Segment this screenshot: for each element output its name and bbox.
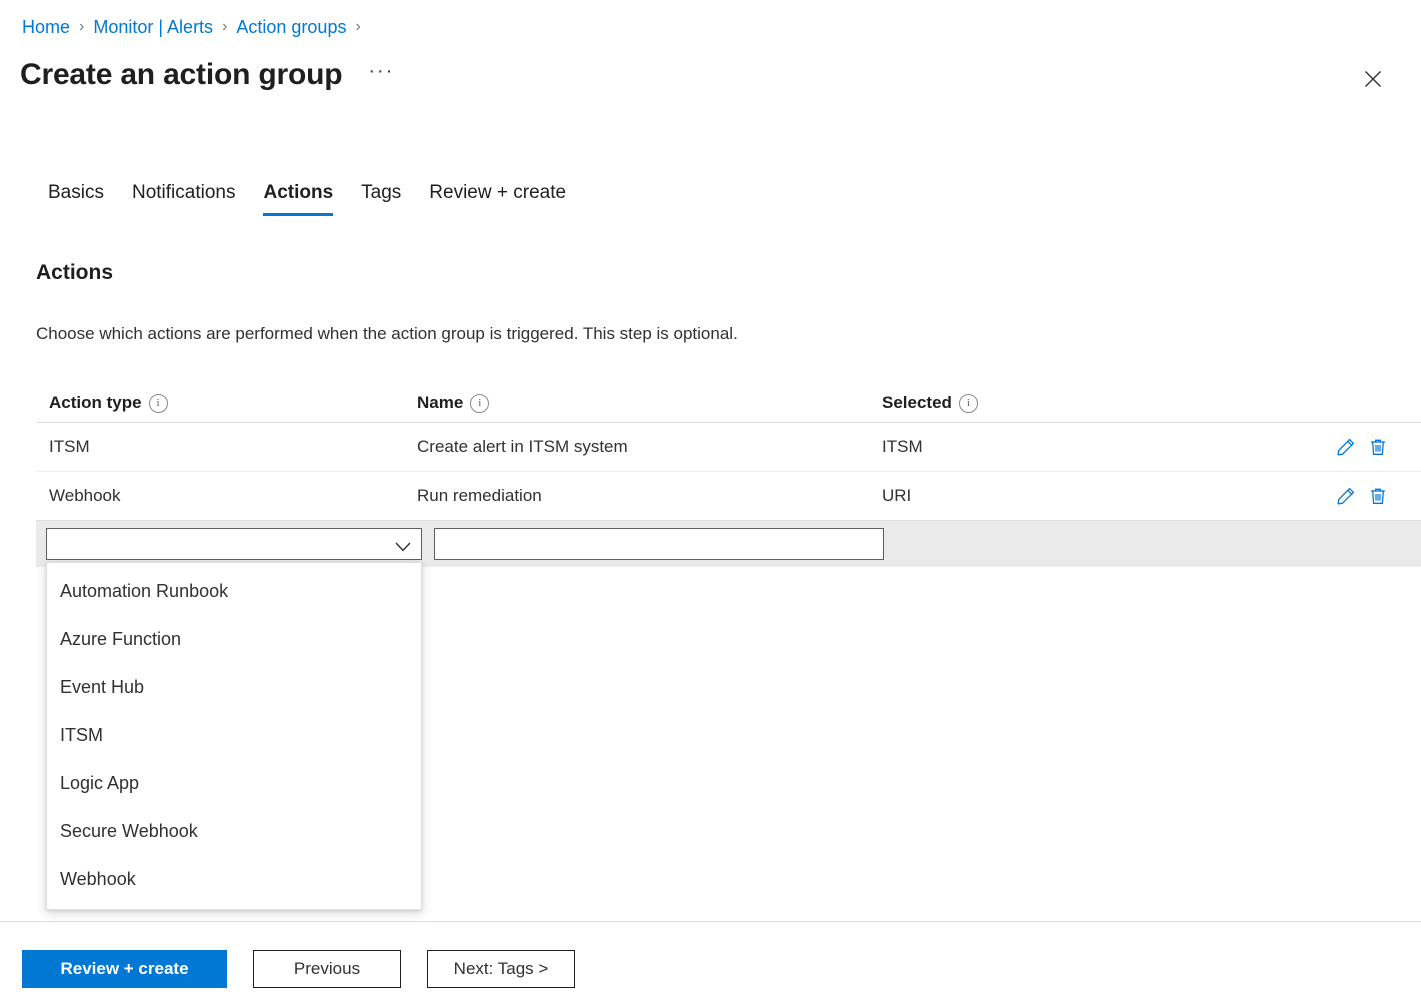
- next-tags-button[interactable]: Next: Tags >: [427, 950, 575, 988]
- dropdown-option-webhook[interactable]: Webhook: [47, 855, 421, 903]
- wizard-tabs: Basics Notifications Actions Tags Review…: [34, 178, 580, 216]
- action-name-input[interactable]: [434, 528, 884, 560]
- dropdown-option-event-hub[interactable]: Event Hub: [47, 663, 421, 711]
- dropdown-option-secure-webhook[interactable]: Secure Webhook: [47, 807, 421, 855]
- breadcrumb-item-home[interactable]: Home: [22, 14, 70, 40]
- cell-selected: ITSM: [882, 437, 1335, 457]
- table-row[interactable]: ITSM Create alert in ITSM system ITSM: [36, 422, 1421, 471]
- action-type-dropdown-list: Automation Runbook Azure Function Event …: [46, 562, 422, 910]
- tab-label: Notifications: [132, 182, 236, 203]
- delete-trash-icon[interactable]: [1367, 485, 1389, 507]
- table-new-row: [36, 520, 1421, 567]
- column-header-name: Name i: [417, 393, 882, 413]
- edit-pencil-icon[interactable]: [1335, 436, 1357, 458]
- tab-review-create[interactable]: Review + create: [415, 178, 580, 216]
- column-header-action-type: Action type i: [36, 393, 417, 413]
- cell-selected: URI: [882, 486, 1335, 506]
- review-create-button[interactable]: Review + create: [22, 950, 227, 988]
- tab-label: Actions: [263, 182, 333, 203]
- breadcrumb-item-monitor-alerts[interactable]: Monitor | Alerts: [93, 14, 213, 40]
- column-header-selected: Selected i: [882, 393, 1335, 413]
- action-type-select-wrapper: [46, 528, 422, 560]
- row-action-icons: [1335, 436, 1389, 458]
- previous-button[interactable]: Previous: [253, 950, 401, 988]
- title-row: Create an action group ···: [20, 55, 394, 95]
- table-row[interactable]: Webhook Run remediation URI: [36, 471, 1421, 520]
- cell-name: Run remediation: [417, 486, 882, 506]
- cell-action-type: Webhook: [36, 486, 417, 506]
- cell-name: Create alert in ITSM system: [417, 437, 882, 457]
- info-icon[interactable]: i: [470, 394, 489, 413]
- tab-notifications[interactable]: Notifications: [118, 178, 250, 216]
- breadcrumb-item-action-groups[interactable]: Action groups: [236, 14, 346, 40]
- footer-divider: [0, 921, 1421, 922]
- action-type-select[interactable]: [46, 528, 422, 560]
- tab-label: Tags: [361, 182, 401, 203]
- page-title: Create an action group: [20, 55, 342, 95]
- tab-actions[interactable]: Actions: [249, 178, 347, 216]
- wizard-footer: Review + create Previous Next: Tags >: [22, 950, 575, 988]
- breadcrumb-separator-icon: ›: [222, 14, 227, 40]
- breadcrumb: Home › Monitor | Alerts › Action groups …: [22, 14, 370, 40]
- dropdown-option-itsm[interactable]: ITSM: [47, 711, 421, 759]
- row-action-icons: [1335, 485, 1389, 507]
- more-options-icon[interactable]: ···: [368, 64, 394, 86]
- cell-row-actions: [1335, 436, 1421, 458]
- tab-label: Review + create: [429, 182, 566, 203]
- breadcrumb-separator-icon: ›: [355, 14, 360, 40]
- edit-pencil-icon[interactable]: [1335, 485, 1357, 507]
- column-header-label: Action type: [49, 393, 142, 413]
- actions-table: Action type i Name i Selected i ITSM Cre…: [36, 384, 1421, 567]
- info-icon[interactable]: i: [959, 394, 978, 413]
- section-description: Choose which actions are performed when …: [36, 324, 738, 344]
- tab-tags[interactable]: Tags: [347, 178, 415, 216]
- delete-trash-icon[interactable]: [1367, 436, 1389, 458]
- breadcrumb-separator-icon: ›: [79, 14, 84, 40]
- column-header-label: Name: [417, 393, 463, 413]
- tab-label: Basics: [48, 182, 104, 203]
- info-icon[interactable]: i: [149, 394, 168, 413]
- column-header-label: Selected: [882, 393, 952, 413]
- section-heading: Actions: [36, 261, 113, 285]
- close-icon[interactable]: [1357, 63, 1389, 95]
- cell-action-type: ITSM: [36, 437, 417, 457]
- table-header-row: Action type i Name i Selected i: [36, 384, 1421, 422]
- dropdown-option-azure-function[interactable]: Azure Function: [47, 615, 421, 663]
- tab-basics[interactable]: Basics: [34, 178, 118, 216]
- cell-row-actions: [1335, 485, 1421, 507]
- dropdown-option-logic-app[interactable]: Logic App: [47, 759, 421, 807]
- dropdown-option-automation-runbook[interactable]: Automation Runbook: [47, 567, 421, 615]
